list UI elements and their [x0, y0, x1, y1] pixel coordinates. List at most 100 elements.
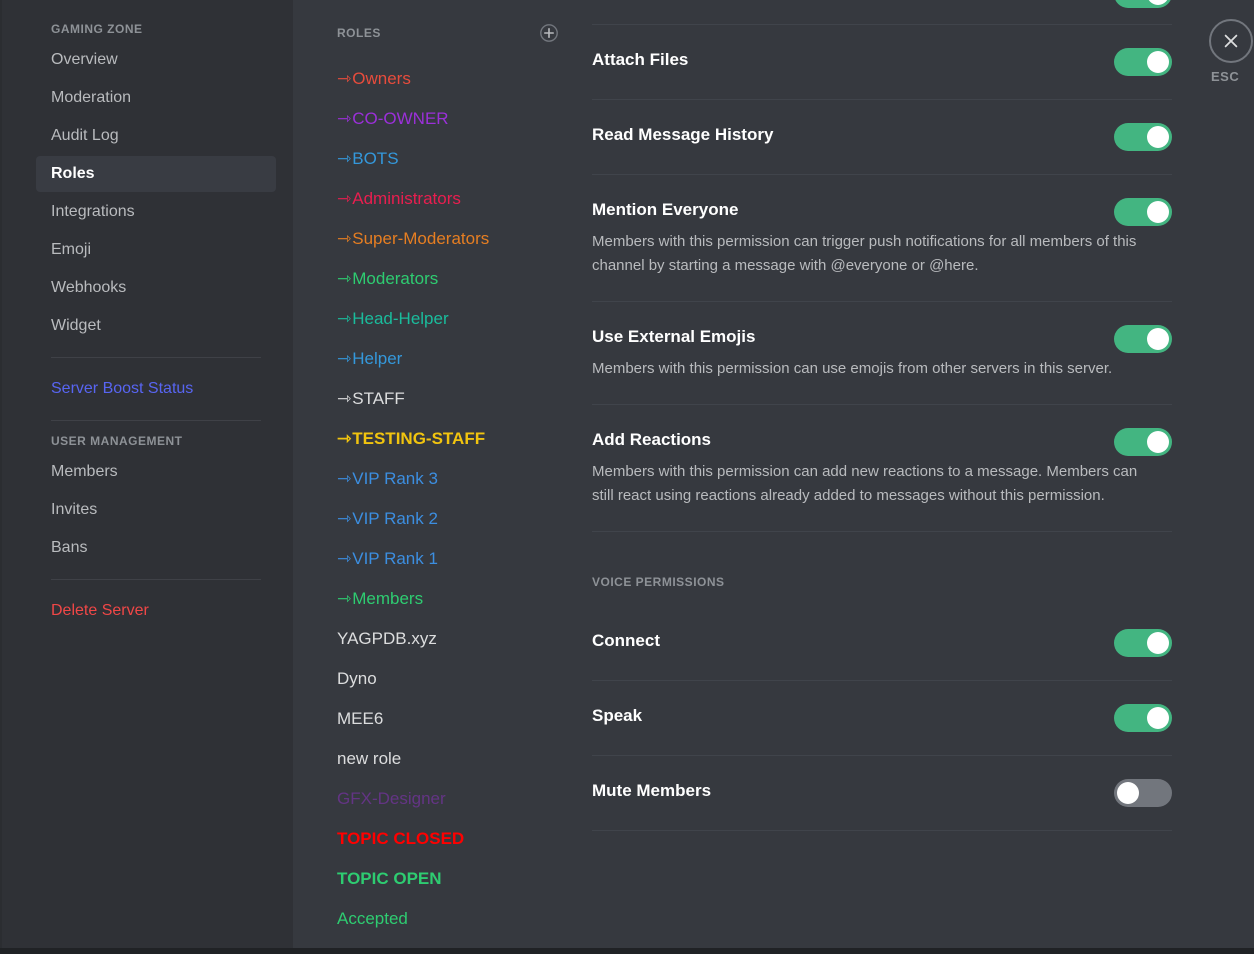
role-list-item[interactable]: ⇾Administrators: [293, 179, 581, 219]
toggle-knob: [1147, 632, 1169, 654]
roles-list: ⇾Owners ⇾CO-OWNER ⇾BOTS ⇾Administrators ⇾Sup…: [293, 59, 581, 954]
window-bottom-edge: [0, 948, 1254, 954]
role-name: Moderators: [352, 269, 439, 288]
permission-toggle[interactable]: [1114, 779, 1172, 807]
sidebar-item-members[interactable]: Members: [36, 454, 276, 490]
role-name: TOPIC CLOSED: [337, 829, 465, 848]
role-list-item[interactable]: ⇾Head-Helper: [293, 299, 581, 339]
roles-header: ROLES: [293, 22, 581, 44]
role-list-item[interactable]: ⇾Moderators: [293, 259, 581, 299]
sidebar-divider-3: [51, 579, 261, 580]
permission-name: Read Message History: [592, 125, 774, 144]
role-arrow-icon: ⇾: [337, 69, 352, 88]
role-name: MEE6: [337, 709, 384, 728]
role-name: CO-OWNER: [352, 109, 449, 128]
role-arrow-icon: ⇾: [337, 309, 352, 328]
role-name: Dyno: [337, 669, 377, 688]
permission-row: Speak: [592, 681, 1172, 755]
permission-toggle[interactable]: [1114, 428, 1172, 456]
role-list-item[interactable]: ⇾VIP Rank 2: [293, 499, 581, 539]
sidebar-item-integrations[interactable]: Integrations: [36, 194, 276, 230]
permission-row: Add Reactions Members with this permissio…: [592, 405, 1172, 531]
sidebar-item-roles[interactable]: Roles: [36, 156, 276, 192]
sidebar-item-overview[interactable]: Overview: [36, 42, 276, 78]
role-name: VIP Rank 2: [352, 509, 438, 528]
permission-toggle[interactable]: [1114, 704, 1172, 732]
permission-toggle[interactable]: [1114, 123, 1172, 151]
plus-circle-icon[interactable]: [539, 23, 559, 43]
role-arrow-icon: ⇾: [337, 269, 352, 288]
role-list-item[interactable]: ⇾STAFF: [293, 379, 581, 419]
role-list-item[interactable]: ⇾CO-OWNER: [293, 99, 581, 139]
close-icon[interactable]: [1209, 19, 1253, 63]
toggle-knob: [1147, 707, 1169, 729]
role-list-item[interactable]: new role: [293, 739, 581, 779]
permission-row-header: Read Message History: [592, 123, 1172, 151]
toggle-knob: [1147, 0, 1169, 5]
permission-name: Use External Emojis: [592, 327, 756, 346]
close-settings-area: ESC: [1195, 19, 1254, 84]
role-list-item[interactable]: ⇾Owners: [293, 59, 581, 99]
role-list-item[interactable]: Dyno: [293, 659, 581, 699]
role-name: VIP Rank 1: [352, 549, 438, 568]
toggle-knob: [1147, 431, 1169, 453]
sidebar-item-webhooks[interactable]: Webhooks: [36, 270, 276, 306]
sidebar-user-list: Members Invites Bans: [36, 454, 276, 566]
role-list-item[interactable]: TOPIC OPEN: [293, 859, 581, 899]
role-list-item[interactable]: Accepted: [293, 899, 581, 939]
role-list-item[interactable]: ⇾Helper: [293, 339, 581, 379]
permission-toggle[interactable]: [1114, 629, 1172, 657]
sidebar-item-audit-log[interactable]: Audit Log: [36, 118, 276, 154]
voice-permissions-header: VOICE PERMISSIONS: [592, 575, 725, 589]
permissions-panel: Attach Files Read Message History Mention …: [581, 0, 1254, 954]
sidebar-item-widget[interactable]: Widget: [36, 308, 276, 344]
sidebar-item-server-boost-status[interactable]: Server Boost Status: [36, 371, 276, 407]
permission-description: Members with this permission can trigger…: [592, 233, 1137, 274]
role-list-item[interactable]: ⇾Super-Moderators: [293, 219, 581, 259]
role-list-item[interactable]: YAGPDB.xyz: [293, 619, 581, 659]
permission-toggle[interactable]: [1114, 48, 1172, 76]
role-list-item[interactable]: TOPIC CLOSED: [293, 819, 581, 859]
role-list-item[interactable]: ⇾Members: [293, 579, 581, 619]
role-list-item[interactable]: GFX-Designer: [293, 779, 581, 819]
voice-permissions-list: Connect Speak Mute Members: [592, 606, 1172, 831]
user-management-header: USER MANAGEMENT: [51, 434, 183, 448]
role-list-item[interactable]: ⇾VIP Rank 3: [293, 459, 581, 499]
permissions-scroll-area[interactable]: Attach Files Read Message History Mention …: [581, 0, 1254, 954]
role-name: Administrators: [352, 189, 461, 208]
permission-toggle[interactable]: [1114, 198, 1172, 226]
role-name: new role: [337, 749, 402, 768]
permission-name: Add Reactions: [592, 430, 712, 449]
role-list-item[interactable]: ⇾VIP Rank 1: [293, 539, 581, 579]
permission-toggle-clipped[interactable]: [1114, 0, 1172, 8]
role-arrow-icon: ⇾: [337, 389, 352, 408]
permission-row-header: Attach Files: [592, 48, 1172, 76]
sidebar-item-delete-server[interactable]: Delete Server: [36, 593, 276, 629]
role-list-item[interactable]: ⇾BOTS: [293, 139, 581, 179]
role-list-item[interactable]: MEE6: [293, 699, 581, 739]
role-arrow-icon: ⇾: [337, 149, 352, 168]
esc-label: ESC: [1211, 69, 1240, 84]
permission-row-header: Mute Members: [592, 779, 1172, 807]
role-name: Accepted: [337, 909, 408, 928]
permission-description: Members with this permission can use emo…: [592, 360, 1113, 377]
sidebar-item-bans[interactable]: Bans: [36, 530, 276, 566]
permission-description: Members with this permission can add new…: [592, 463, 1138, 504]
role-name: STAFF: [352, 389, 405, 408]
permission-row: Read Message History: [592, 100, 1172, 174]
permission-toggle[interactable]: [1114, 325, 1172, 353]
role-name: YAGPDB.xyz: [337, 629, 437, 648]
toggle-knob: [1147, 126, 1169, 148]
sidebar-item-emoji[interactable]: Emoji: [36, 232, 276, 268]
role-name: TOPIC OPEN: [337, 869, 442, 888]
role-list-item[interactable]: ⇾TESTING-STAFF: [293, 419, 581, 459]
role-name: TESTING-STAFF: [352, 429, 486, 448]
role-name: Owners: [352, 69, 411, 88]
sidebar-item-moderation[interactable]: Moderation: [36, 80, 276, 116]
settings-sidebar: GAMING ZONE Overview Moderation Audit Log R…: [0, 0, 293, 954]
sidebar-left-edge: [0, 0, 2, 954]
sidebar-divider-2: [51, 420, 261, 421]
sidebar-item-invites[interactable]: Invites: [36, 492, 276, 528]
permission-row-header: Use External Emojis: [592, 325, 1172, 353]
role-arrow-icon: ⇾: [337, 549, 352, 568]
